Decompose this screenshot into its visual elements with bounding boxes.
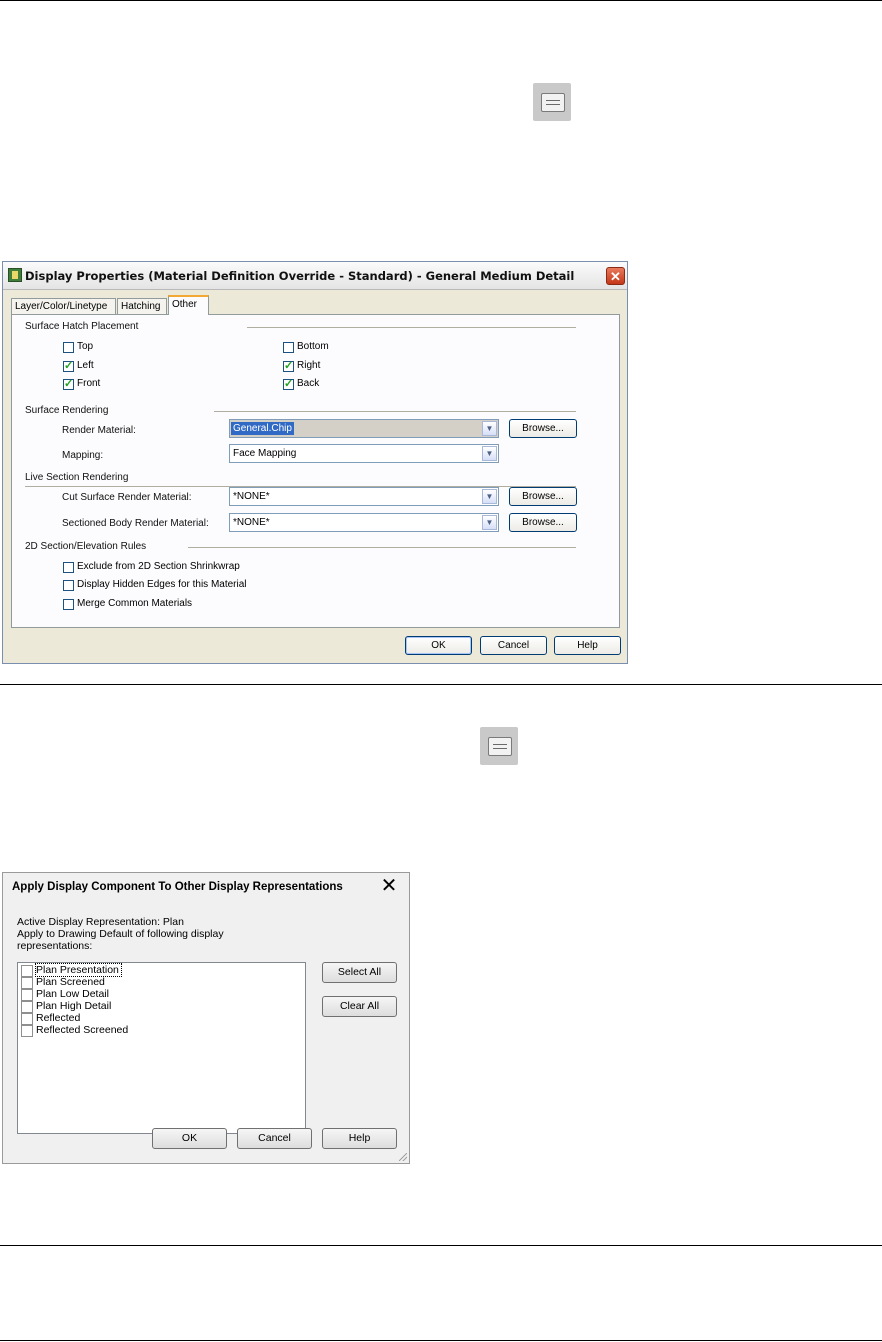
hidden-edges-checkbox[interactable] — [63, 580, 74, 591]
close-icon[interactable]: ✕ — [378, 875, 400, 897]
list-item-label: Reflected — [36, 1012, 81, 1024]
sectioned-body-browse-button[interactable]: Browse... — [509, 513, 577, 532]
help-button[interactable]: Help — [554, 636, 621, 655]
display-properties-dialog: Display Properties (Material Definition … — [2, 261, 628, 664]
cut-surface-label: Cut Surface Render Material: — [62, 492, 192, 503]
divider — [188, 547, 576, 548]
bottom-rule — [0, 1340, 882, 1341]
front-label: Front — [77, 378, 101, 389]
mapping-select[interactable]: Face Mapping ▼ — [229, 444, 499, 463]
select-all-button[interactable]: Select All — [322, 962, 397, 983]
back-label: Back — [297, 378, 320, 389]
top-label: Top — [77, 341, 94, 352]
dialog-title: Display Properties (Material Definition … — [25, 269, 575, 283]
surface-hatch-heading: Surface Hatch Placement — [25, 321, 139, 332]
left-label: Left — [77, 360, 94, 371]
surface-rendering-heading: Surface Rendering — [25, 405, 109, 416]
close-icon[interactable]: ✕ — [606, 267, 625, 285]
top-checkbox[interactable] — [63, 342, 74, 353]
list-item-label: Plan High Detail — [36, 1000, 112, 1012]
app-icon — [8, 268, 22, 282]
cut-surface-select[interactable]: *NONE* ▼ — [229, 487, 499, 506]
tab-panel-other: Surface Hatch Placement Top Left Front B… — [11, 314, 620, 628]
dialog-title: Apply Display Component To Other Display… — [12, 881, 343, 893]
tab-layer-color-linetype[interactable]: Layer/Color/Linetype — [11, 298, 116, 314]
right-label: Right — [297, 360, 321, 371]
render-material-value: General.Chip — [231, 422, 294, 435]
list-item-checkbox[interactable] — [21, 1013, 33, 1025]
sectioned-body-select[interactable]: *NONE* ▼ — [229, 513, 499, 532]
chevron-down-icon[interactable]: ▼ — [482, 421, 497, 436]
list-item-label: Reflected Screened — [36, 1024, 129, 1036]
front-checkbox[interactable] — [63, 377, 74, 390]
top-rule — [0, 0, 882, 1]
list-item-checkbox[interactable] — [21, 1001, 33, 1013]
lower-rule — [0, 1245, 882, 1246]
right-checkbox[interactable] — [283, 359, 294, 372]
merge-materials-checkbox[interactable] — [63, 599, 74, 610]
sectioned-body-label: Sectioned Body Render Material: — [62, 518, 209, 529]
list-item-checkbox[interactable] — [21, 977, 33, 989]
cut-surface-value: *NONE* — [233, 491, 270, 502]
mapping-label: Mapping: — [62, 450, 104, 461]
render-material-browse-button[interactable]: Browse... — [509, 419, 577, 438]
chevron-down-icon[interactable]: ▼ — [482, 446, 497, 461]
cancel-button[interactable]: Cancel — [237, 1128, 312, 1149]
section-rules-heading: 2D Section/Elevation Rules — [25, 541, 147, 552]
apply-instructions-line1: Apply to Drawing Default of following di… — [17, 928, 224, 940]
apply-display-component-dialog: Apply Display Component To Other Display… — [2, 872, 410, 1164]
exclude-shrinkwrap-label: Exclude from 2D Section Shrinkwrap — [77, 561, 240, 572]
help-button[interactable]: Help — [322, 1128, 397, 1149]
representations-list[interactable]: Plan Presentation Plan Screened Plan Low… — [17, 962, 306, 1134]
bottom-checkbox[interactable] — [283, 342, 294, 353]
mapping-value: Face Mapping — [233, 448, 297, 459]
bottom-label: Bottom — [297, 341, 329, 352]
list-item-checkbox[interactable] — [21, 989, 33, 1001]
list-item-label: Plan Screened — [36, 976, 105, 988]
render-material-label: Render Material: — [62, 425, 136, 436]
notes-icon — [533, 83, 571, 121]
title-bar: Display Properties (Material Definition … — [3, 262, 627, 290]
list-item-checkbox[interactable] — [21, 1025, 33, 1037]
chevron-down-icon[interactable]: ▼ — [482, 489, 497, 504]
active-representation-text: Active Display Representation: Plan — [17, 916, 184, 928]
hidden-edges-label: Display Hidden Edges for this Material — [77, 579, 247, 590]
notes-icon — [480, 727, 518, 765]
sectioned-body-value: *NONE* — [233, 517, 270, 528]
ok-button[interactable]: OK — [152, 1128, 227, 1149]
chevron-down-icon[interactable]: ▼ — [482, 515, 497, 530]
merge-materials-label: Merge Common Materials — [77, 598, 193, 609]
back-checkbox[interactable] — [283, 377, 294, 390]
list-item-checkbox[interactable] — [21, 965, 33, 977]
left-checkbox[interactable] — [63, 359, 74, 372]
list-item-label: Plan Low Detail — [36, 988, 109, 1000]
cancel-button[interactable]: Cancel — [480, 636, 547, 655]
cut-surface-browse-button[interactable]: Browse... — [509, 487, 577, 506]
divider — [247, 327, 576, 328]
apply-instructions-line2: representations: — [17, 940, 93, 952]
ok-button[interactable]: OK — [405, 636, 472, 655]
render-material-select[interactable]: General.Chip ▼ — [229, 419, 499, 438]
exclude-shrinkwrap-checkbox[interactable] — [63, 562, 74, 573]
middle-rule — [0, 684, 882, 685]
tab-hatching[interactable]: Hatching — [117, 298, 167, 314]
tab-other[interactable]: Other — [168, 295, 209, 315]
list-item-label: Plan Presentation — [35, 963, 122, 977]
resize-grip-icon[interactable] — [399, 1153, 407, 1161]
clear-all-button[interactable]: Clear All — [322, 996, 397, 1017]
divider — [214, 411, 576, 412]
live-section-heading: Live Section Rendering — [25, 472, 129, 483]
